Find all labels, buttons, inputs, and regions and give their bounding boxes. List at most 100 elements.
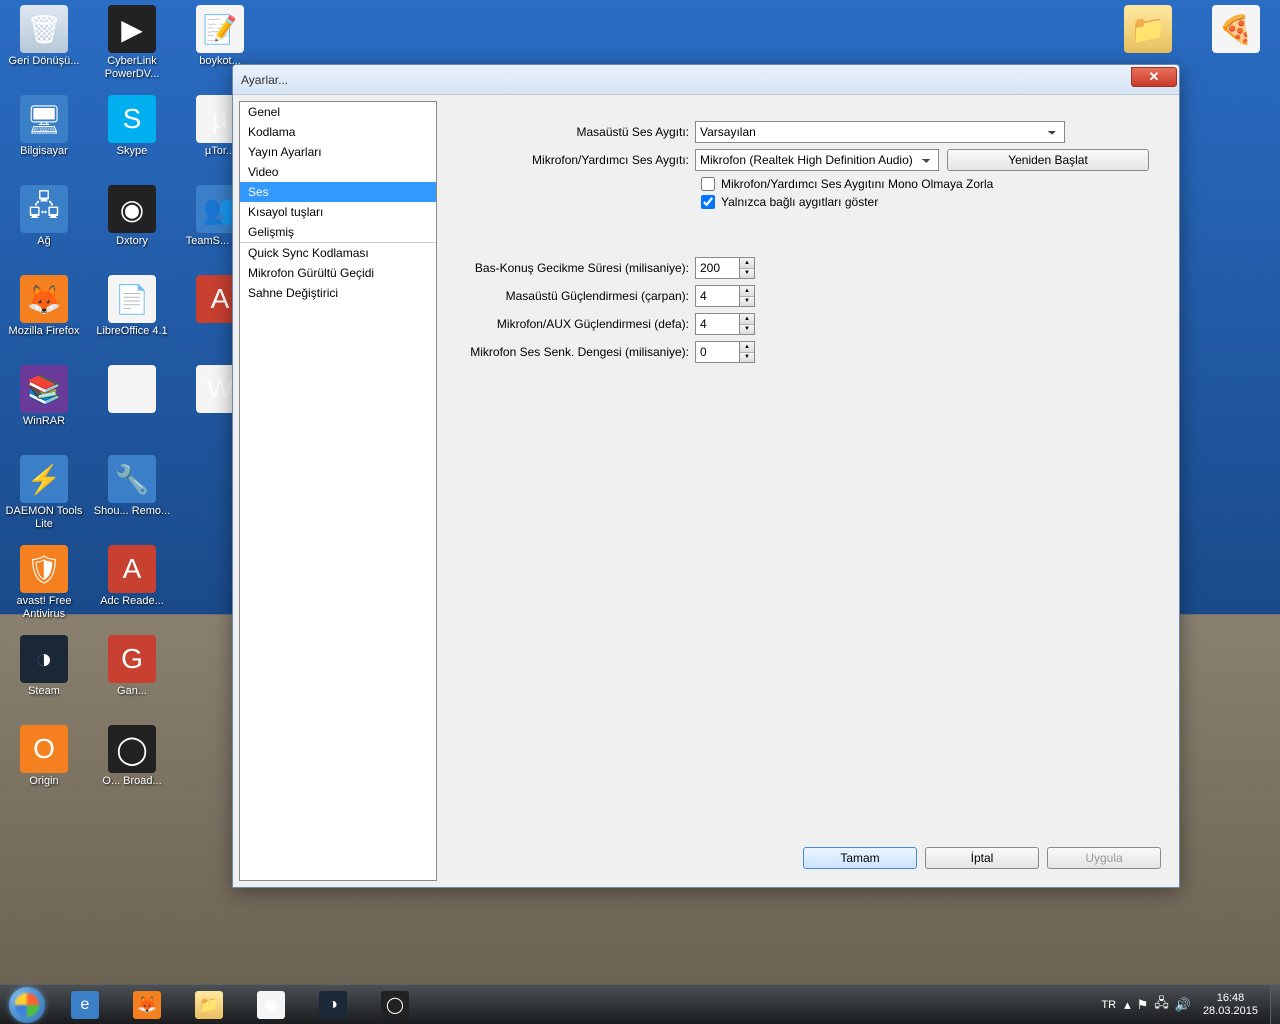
mic-sync-label: Mikrofon Ses Senk. Dengesi (milisaniye): [455, 345, 695, 359]
volume-icon[interactable]: 🔊 [1175, 997, 1191, 1013]
titlebar[interactable]: Ayarlar... ✕ [233, 65, 1179, 95]
app-icon: S [108, 95, 156, 143]
restart-button[interactable]: Yeniden Başlat [947, 149, 1149, 171]
desktop-icon[interactable]: 🖧 Ağ [0, 180, 88, 270]
app-icon: 🍕 [1212, 5, 1260, 53]
desktop-boost-spinner[interactable]: ▲▼ [695, 285, 755, 307]
desktop-icon[interactable]: ◉ Dxtory [88, 180, 176, 270]
ok-button[interactable]: Tamam [803, 847, 917, 869]
action-center-icon[interactable]: ⚑ [1137, 997, 1149, 1013]
spin-down-icon[interactable]: ▼ [740, 325, 754, 335]
desktop-device-select[interactable]: Varsayılan [695, 121, 1065, 143]
taskbar-app-steam[interactable]: ◑ [302, 986, 364, 1024]
show-connected-checkbox[interactable] [701, 195, 715, 209]
icon-label: Gan... [117, 685, 147, 698]
taskbar-app-firefox[interactable]: 🦊 [116, 986, 178, 1024]
icon-label: CyberLink PowerDV... [92, 55, 172, 81]
desktop-icon[interactable]: 🛡 avast! Free Antivirus [0, 540, 88, 630]
chevron-up-icon[interactable]: ▴ [1124, 997, 1131, 1013]
spin-up-icon[interactable]: ▲ [740, 258, 754, 269]
language-indicator[interactable]: TR [1101, 999, 1116, 1011]
sidebar-item[interactable]: Mikrofon Gürültü Geçidi [240, 263, 436, 283]
icon-label: Mozilla Firefox [9, 325, 80, 338]
show-connected-label[interactable]: Yalnızca bağlı aygıtları göster [721, 195, 878, 209]
app-icon: 🛡 [20, 545, 68, 593]
app-icon: 🦊 [20, 275, 68, 323]
firefox-icon: 🦊 [133, 991, 161, 1019]
icon-label: Shou... Remo... [94, 505, 170, 518]
sidebar-item[interactable]: Video [240, 162, 436, 182]
app-icon: ⚡ [20, 455, 68, 503]
start-button[interactable] [0, 985, 54, 1024]
sidebar-item[interactable]: Quick Sync Kodlaması [240, 242, 436, 263]
sidebar-item[interactable]: Sahne Değiştirici [240, 283, 436, 303]
icon-label: LibreOffice 4.1 [96, 325, 167, 338]
desktop-icon[interactable]: 🖥 Bilgisayar [0, 90, 88, 180]
taskbar-app-explorer[interactable]: 📁 [178, 986, 240, 1024]
app-icon: ▶ [108, 5, 156, 53]
settings-sidebar: GenelKodlamaYayın AyarlarıVideoSesKısayo… [239, 101, 437, 881]
sidebar-item[interactable]: Ses [240, 182, 436, 202]
app-icon: O [20, 725, 68, 773]
spin-down-icon[interactable]: ▼ [740, 269, 754, 279]
taskbar-app-obs[interactable]: ◯ [364, 986, 426, 1024]
icon-label: Adc Reade... [100, 595, 164, 608]
desktop-icon[interactable]: 🍕 [1192, 0, 1280, 90]
desktop-icon[interactable]: ⚡ DAEMON Tools Lite [0, 450, 88, 540]
desktop-icon[interactable]: O Origin [0, 720, 88, 810]
ptt-delay-input[interactable] [695, 257, 739, 279]
mic-boost-input[interactable] [695, 313, 739, 335]
apply-button[interactable]: Uygula [1047, 847, 1161, 869]
icon-label: Geri Dönüşü... [9, 55, 80, 68]
sidebar-item[interactable]: Genel [240, 102, 436, 122]
show-desktop-button[interactable] [1270, 985, 1280, 1024]
mic-sync-input[interactable] [695, 341, 739, 363]
desktop-icon[interactable]: 📄 LibreOffice 4.1 [88, 270, 176, 360]
desktop-icon[interactable]: 🦊 Mozilla Firefox [0, 270, 88, 360]
settings-window: Ayarlar... ✕ GenelKodlamaYayın AyarlarıV… [232, 64, 1180, 888]
taskbar-app-ie[interactable]: e [54, 986, 116, 1024]
desktop-icon[interactable]: S Skype [88, 90, 176, 180]
desktop-icon[interactable]: A Adc Reade... [88, 540, 176, 630]
app-icon: 📝 [196, 5, 244, 53]
taskbar-app-chrome[interactable]: ◉ [240, 986, 302, 1024]
settings-content: Masaüstü Ses Aygıtı: Varsayılan Mikrofon… [443, 101, 1173, 881]
desktop-icon[interactable]: 🔧 Shou... Remo... [88, 450, 176, 540]
force-mono-label[interactable]: Mikrofon/Yardımcı Ses Aygıtını Mono Olma… [721, 177, 993, 191]
close-button[interactable]: ✕ [1131, 67, 1177, 87]
desktop-icon[interactable] [88, 360, 176, 450]
desktop-icon[interactable]: ◯ O... Broad... [88, 720, 176, 810]
clock[interactable]: 16:48 28.03.2015 [1199, 992, 1262, 1018]
desktop-icon[interactable]: 📚 WinRAR [0, 360, 88, 450]
desktop-icon[interactable]: ◑ Steam [0, 630, 88, 720]
spin-up-icon[interactable]: ▲ [740, 342, 754, 353]
dialog-buttons: Tamam İptal Uygula [803, 847, 1161, 869]
ptt-delay-label: Bas-Konuş Gecikme Süresi (milisaniye): [455, 261, 695, 275]
desktop-icon[interactable]: G Gan... [88, 630, 176, 720]
sidebar-item[interactable]: Kısayol tuşları [240, 202, 436, 222]
spin-down-icon[interactable]: ▼ [740, 297, 754, 307]
taskbar: e 🦊 📁 ◉ ◑ ◯ TR ▴ ⚑ 🖧 🔊 16:48 28.03.2015 [0, 984, 1280, 1024]
sidebar-item[interactable]: Gelişmiş [240, 222, 436, 242]
spin-up-icon[interactable]: ▲ [740, 286, 754, 297]
mic-sync-spinner[interactable]: ▲▼ [695, 341, 755, 363]
spin-down-icon[interactable]: ▼ [740, 353, 754, 363]
sidebar-item[interactable]: Yayın Ayarları [240, 142, 436, 162]
desktop-icon[interactable]: 🗑 Geri Dönüşü... [0, 0, 88, 90]
mic-device-select[interactable]: Mikrofon (Realtek High Definition Audio) [695, 149, 939, 171]
mic-boost-label: Mikrofon/AUX Güçlendirmesi (defa): [455, 317, 695, 331]
spin-up-icon[interactable]: ▲ [740, 314, 754, 325]
sidebar-item[interactable]: Kodlama [240, 122, 436, 142]
cancel-button[interactable]: İptal [925, 847, 1039, 869]
windows-logo-icon [9, 987, 45, 1023]
force-mono-checkbox[interactable] [701, 177, 715, 191]
chrome-icon: ◉ [257, 991, 285, 1019]
network-icon[interactable]: 🖧 [1154, 994, 1169, 1016]
ptt-delay-spinner[interactable]: ▲▼ [695, 257, 755, 279]
mic-boost-spinner[interactable]: ▲▼ [695, 313, 755, 335]
icon-label: DAEMON Tools Lite [4, 505, 84, 531]
steam-icon: ◑ [319, 991, 347, 1019]
app-icon: 📚 [20, 365, 68, 413]
desktop-boost-input[interactable] [695, 285, 739, 307]
desktop-icon[interactable]: ▶ CyberLink PowerDV... [88, 0, 176, 90]
